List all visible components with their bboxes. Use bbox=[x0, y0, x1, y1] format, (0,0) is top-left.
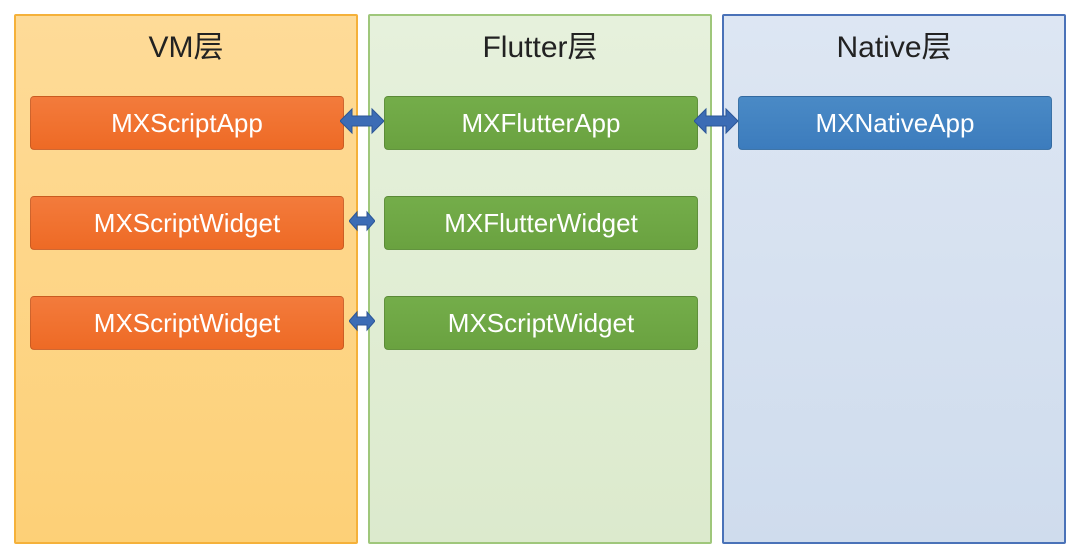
block-vm-widget-1: MXScriptWidget bbox=[30, 196, 344, 250]
architecture-diagram: VM层 MXScriptApp MXScriptWidget MXScriptW… bbox=[0, 0, 1080, 559]
layer-flutter-title: Flutter层 bbox=[370, 16, 710, 66]
layer-native: Native层 MXNativeApp bbox=[722, 14, 1066, 544]
block-flutter-app: MXFlutterApp bbox=[384, 96, 698, 150]
double-arrow-icon bbox=[340, 104, 384, 138]
block-flutter-widget: MXFlutterWidget bbox=[384, 196, 698, 250]
layer-flutter: Flutter层 MXFlutterApp MXFlutterWidget MX… bbox=[368, 14, 712, 544]
block-flutter-script-widget: MXScriptWidget bbox=[384, 296, 698, 350]
block-vm-app: MXScriptApp bbox=[30, 96, 344, 150]
block-vm-widget-2: MXScriptWidget bbox=[30, 296, 344, 350]
block-native-app: MXNativeApp bbox=[738, 96, 1052, 150]
double-arrow-icon bbox=[694, 104, 738, 138]
double-arrow-icon bbox=[349, 208, 375, 234]
layer-vm: VM层 MXScriptApp MXScriptWidget MXScriptW… bbox=[14, 14, 358, 544]
layer-vm-title: VM层 bbox=[16, 16, 356, 66]
layer-native-title: Native层 bbox=[724, 16, 1064, 66]
double-arrow-icon bbox=[349, 308, 375, 334]
